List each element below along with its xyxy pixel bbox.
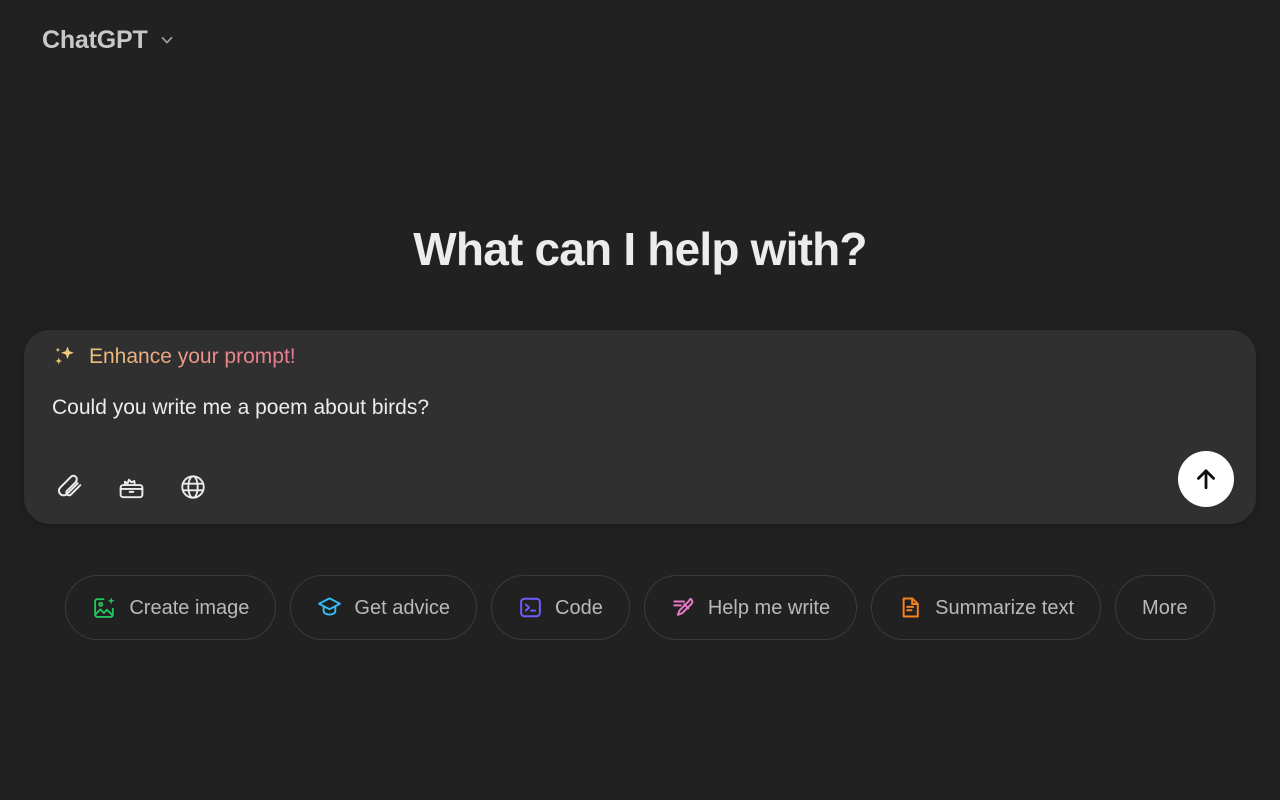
- page-title: What can I help with?: [413, 223, 867, 275]
- chip-summarize-text[interactable]: Summarize text: [871, 575, 1102, 640]
- sparkles-icon: [52, 344, 78, 370]
- pencil-lines-icon: [671, 595, 696, 620]
- globe-icon: [179, 473, 207, 501]
- chip-label: Get advice: [354, 596, 451, 619]
- chip-create-image[interactable]: Create image: [65, 575, 277, 640]
- send-button[interactable]: [1178, 451, 1234, 507]
- prompt-input[interactable]: Could you write me a poem about birds?: [52, 396, 429, 420]
- enhance-prompt-label: Enhance your prompt!: [89, 345, 296, 368]
- document-text-icon: [898, 595, 923, 620]
- graduation-cap-icon: [317, 595, 342, 620]
- composer-toolbar: [52, 470, 210, 504]
- chip-help-me-write[interactable]: Help me write: [643, 575, 858, 640]
- tools-button[interactable]: [114, 470, 148, 504]
- main-content: What can I help with? Enhance your promp…: [0, 0, 1280, 800]
- chip-label: Help me write: [707, 596, 831, 619]
- paperclip-icon: [55, 473, 83, 501]
- chip-label: Summarize text: [935, 596, 1075, 619]
- chip-more[interactable]: More: [1115, 575, 1215, 640]
- chip-label: Create image: [129, 596, 250, 619]
- chip-code[interactable]: Code: [491, 575, 630, 640]
- prompt-composer: Enhance your prompt! Could you write me …: [24, 330, 1256, 524]
- image-sparkle-icon: [92, 595, 117, 620]
- chip-label: Code: [555, 596, 603, 619]
- arrow-up-icon: [1192, 465, 1220, 493]
- attach-file-button[interactable]: [52, 470, 86, 504]
- terminal-icon: [518, 595, 543, 620]
- chip-get-advice[interactable]: Get advice: [290, 575, 478, 640]
- chip-label: More: [1142, 596, 1188, 619]
- suggestion-chips: Create image Get advice Code Help me wri…: [0, 575, 1280, 640]
- web-search-button[interactable]: [176, 470, 210, 504]
- enhance-prompt-banner[interactable]: Enhance your prompt!: [52, 344, 296, 370]
- toolbox-icon: [117, 473, 146, 502]
